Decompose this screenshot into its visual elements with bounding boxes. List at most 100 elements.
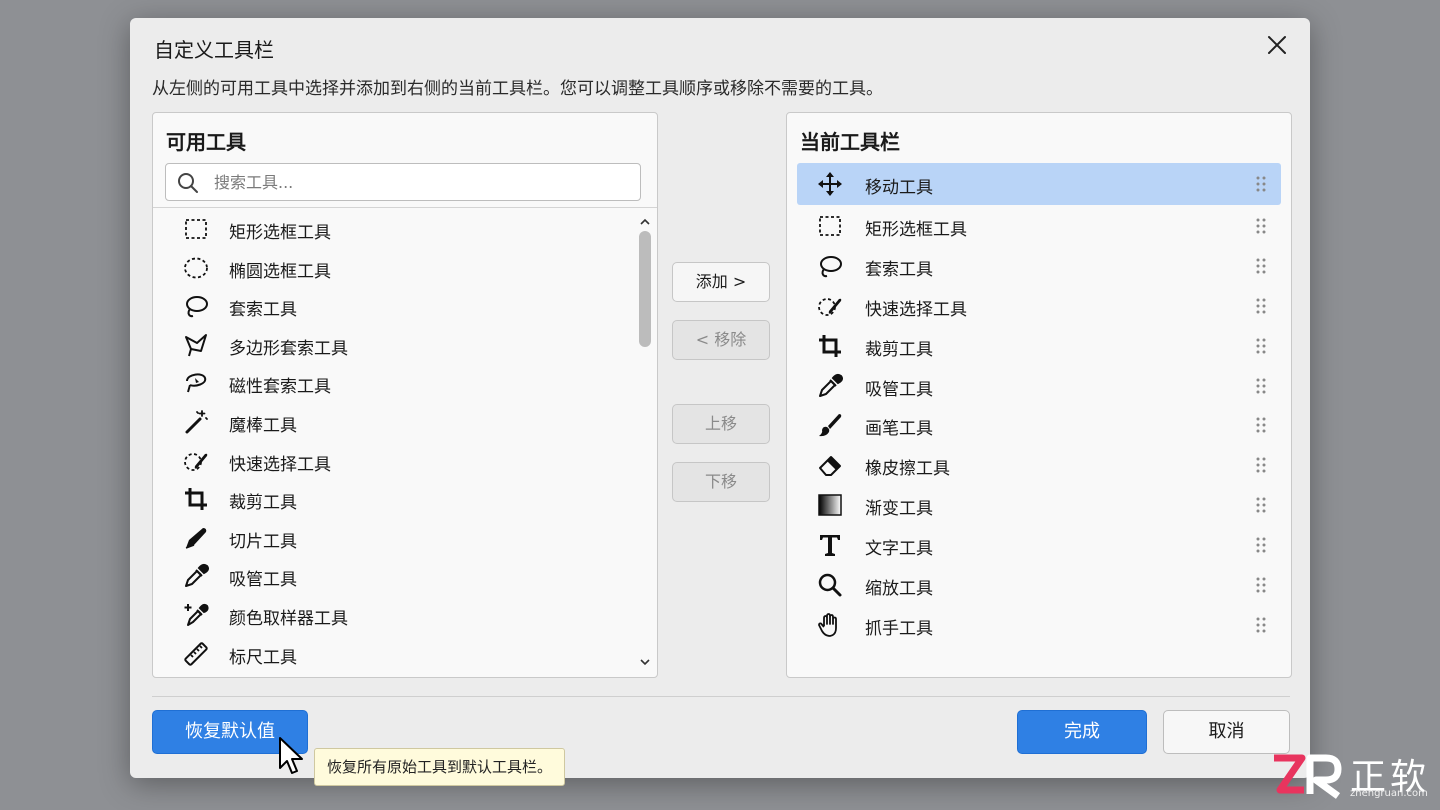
brush-icon (819, 414, 842, 437)
available-tools-panel: 可用工具 矩形选框工具 椭圆选框工具 套索工具 (152, 112, 658, 678)
drag-handle-icon[interactable] (1255, 258, 1267, 274)
watermark: 正软 zhengruan.com (1270, 750, 1434, 806)
drag-handle-icon[interactable] (1255, 577, 1267, 593)
available-item-lasso[interactable]: 套索工具 (153, 286, 627, 325)
footer-divider (152, 696, 1290, 697)
drag-handle-icon[interactable] (1255, 298, 1267, 314)
close-icon (1268, 36, 1286, 54)
current-toolbar-title: 当前工具栏 (800, 130, 900, 154)
scrollbar-thumb[interactable] (639, 231, 651, 347)
rect-marquee-icon (185, 219, 207, 239)
crop-icon (819, 334, 841, 357)
available-item-color-sampler[interactable]: 颜色取样器工具 (153, 595, 627, 634)
current-item-quick-select[interactable]: 快速选择工具 (797, 285, 1281, 325)
current-item-gradient[interactable]: 渐变工具 (797, 484, 1281, 524)
available-item-rect-marquee[interactable]: 矩形选框工具 (153, 209, 627, 248)
eyedropper-icon (819, 373, 843, 397)
list-item-label: 矩形选框工具 (229, 223, 331, 243)
current-item-text[interactable]: 文字工具 (797, 524, 1281, 564)
available-tools-list: 矩形选框工具 椭圆选框工具 套索工具 多边形套索工具 磁性套索工具 魔棒工具 快… (153, 209, 627, 675)
drag-handle-icon[interactable] (1255, 338, 1267, 354)
remove-button[interactable]: < 移除 (672, 320, 770, 360)
list-item-label: 文字工具 (865, 539, 933, 560)
current-item-lasso[interactable]: 套索工具 (797, 245, 1281, 285)
current-item-zoom[interactable]: 缩放工具 (797, 564, 1281, 604)
available-item-magnetic-lasso[interactable]: 磁性套索工具 (153, 363, 627, 402)
current-item-hand[interactable]: 抓手工具 (797, 604, 1281, 644)
available-item-crop[interactable]: 裁剪工具 (153, 479, 627, 518)
polygon-lasso-icon (185, 333, 207, 357)
quick-select-icon (818, 297, 842, 316)
list-item-label: 画笔工具 (865, 419, 933, 440)
ellipse-marquee-icon (184, 257, 208, 278)
drag-handle-icon[interactable] (1255, 176, 1267, 192)
list-item-label: 矩形选框工具 (865, 220, 967, 240)
color-sampler-icon (184, 603, 209, 626)
drag-handle-icon[interactable] (1255, 378, 1267, 394)
available-item-ruler[interactable]: 标尺工具 (153, 634, 627, 673)
move-down-button[interactable]: 下移 (672, 462, 770, 502)
available-item-slice[interactable]: 切片工具 (153, 518, 627, 557)
list-item-label: 裁剪工具 (229, 493, 297, 514)
restore-tooltip: 恢复所有原始工具到默认工具栏。 (314, 748, 566, 786)
list-item-label: 套索工具 (865, 259, 933, 280)
list-scrollbar[interactable] (633, 209, 657, 675)
lasso-icon (820, 255, 842, 278)
eyedropper-icon (185, 564, 209, 588)
current-item-rect-marquee[interactable]: 矩形选框工具 (797, 205, 1281, 245)
add-button[interactable]: 添加 > (672, 262, 770, 302)
text-icon (820, 535, 840, 557)
drag-handle-icon[interactable] (1255, 497, 1267, 513)
close-button[interactable] (1262, 30, 1292, 60)
list-item-label: 标尺工具 (229, 647, 297, 668)
current-item-eyedropper[interactable]: 吸管工具 (797, 365, 1281, 405)
available-item-quick-select[interactable]: 快速选择工具 (153, 441, 627, 480)
list-item-label: 裁剪工具 (865, 339, 933, 360)
drag-handle-icon[interactable] (1255, 218, 1267, 234)
move-up-button[interactable]: 上移 (672, 404, 770, 444)
list-item-label: 颜色取样器工具 (229, 608, 348, 629)
drag-handle-icon[interactable] (1255, 617, 1267, 633)
search-box[interactable] (165, 163, 641, 201)
available-tools-title: 可用工具 (166, 130, 246, 154)
list-item-label: 快速选择工具 (229, 454, 331, 475)
mouse-cursor-icon (279, 737, 303, 774)
current-item-move[interactable]: 移动工具 (797, 163, 1281, 205)
crop-icon (185, 488, 207, 511)
drag-handle-icon[interactable] (1255, 417, 1267, 433)
dialog-description: 从左侧的可用工具中选择并添加到右侧的当前工具栏。您可以调整工具顺序或移除不需要的… (152, 79, 883, 99)
list-item-label: 磁性套索工具 (229, 377, 331, 398)
slice-icon (185, 527, 207, 549)
list-item-label: 吸管工具 (865, 379, 933, 400)
drag-handle-icon[interactable] (1255, 537, 1267, 553)
scroll-up-icon[interactable] (638, 215, 652, 229)
magnetic-lasso-icon (186, 373, 207, 393)
scroll-down-icon[interactable] (638, 655, 652, 669)
search-input[interactable] (212, 169, 626, 195)
lasso-icon (186, 296, 208, 318)
list-item-label: 切片工具 (229, 531, 297, 552)
zr-logo-icon (1274, 754, 1342, 799)
done-button[interactable]: 完成 (1017, 710, 1147, 754)
current-toolbar-panel: 当前工具栏 移动工具 矩形选框工具 套索工具 快速选择工具 裁剪工具 吸管工具 … (786, 112, 1292, 678)
list-item-label: 橡皮擦工具 (865, 459, 950, 480)
current-toolbar-list: 移动工具 矩形选框工具 套索工具 快速选择工具 裁剪工具 吸管工具 画笔工具 橡… (797, 163, 1281, 644)
available-item-eyedropper[interactable]: 吸管工具 (153, 556, 627, 595)
drag-handle-icon[interactable] (1255, 457, 1267, 473)
move-icon (818, 172, 842, 196)
current-item-crop[interactable]: 裁剪工具 (797, 325, 1281, 365)
watermark-url: zhengruan.com (1350, 788, 1428, 799)
quick-select-icon (184, 452, 208, 471)
list-item-label: 多边形套索工具 (229, 338, 348, 359)
current-item-eraser[interactable]: 橡皮擦工具 (797, 444, 1281, 484)
ruler-icon (184, 641, 208, 666)
eraser-icon (819, 456, 841, 477)
current-item-brush[interactable]: 画笔工具 (797, 404, 1281, 444)
cancel-button[interactable]: 取消 (1163, 710, 1290, 754)
list-item-label: 椭圆选框工具 (229, 261, 331, 282)
customize-toolbar-dialog: 自定义工具栏 从左侧的可用工具中选择并添加到右侧的当前工具栏。您可以调整工具顺序… (130, 18, 1310, 778)
available-item-ellipse-marquee[interactable]: 椭圆选框工具 (153, 248, 627, 287)
available-item-magic-wand[interactable]: 魔棒工具 (153, 402, 627, 441)
available-item-polygon-lasso[interactable]: 多边形套索工具 (153, 325, 627, 364)
zoom-icon (818, 573, 842, 597)
